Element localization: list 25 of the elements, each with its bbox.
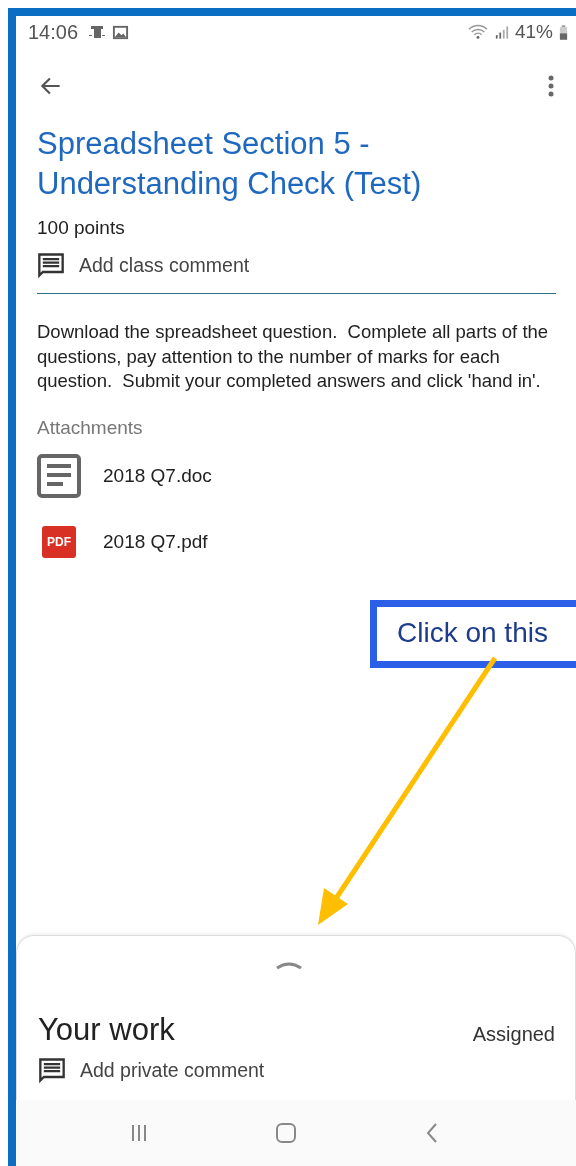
comment-icon [37,251,65,279]
document-icon [37,453,81,498]
pdf-icon: PDF [42,525,76,558]
description: Download the spreadsheet question. Complete all parts of the questions, pay attention to the number of marks for each question. Submit your completed answers and click 'hand in'. [37,320,550,393]
clock: 14:06 [28,20,79,44]
assignment-title: Spreadsheet Section 5 - Understanding Check (Test) [37,125,423,203]
wifi-icon [466,23,489,41]
attachments-heading: Attachments [37,416,144,439]
more-options-icon[interactable] [548,74,554,98]
notification-icon [88,23,107,41]
battery-icon [559,23,568,41]
expand-handle-icon[interactable] [274,960,303,970]
your-work-heading: Your work [38,1012,175,1048]
comment-icon [38,1056,66,1084]
points: 100 points [37,217,126,239]
callout-box: Click on this [370,600,576,668]
private-comment-field[interactable]: Add private comment [38,1048,555,1084]
signal-icon [494,23,509,41]
attachment-item[interactable]: PDF 2018 Q7.pdf [37,512,556,571]
status-label: Assigned [472,1021,555,1046]
attachment-item[interactable]: 2018 Q7.doc [37,446,556,505]
image-icon [112,23,130,41]
class-comment-field[interactable]: Add class comment [37,239,556,294]
home-icon[interactable] [274,1121,298,1145]
battery-percent: 41% [514,21,553,43]
